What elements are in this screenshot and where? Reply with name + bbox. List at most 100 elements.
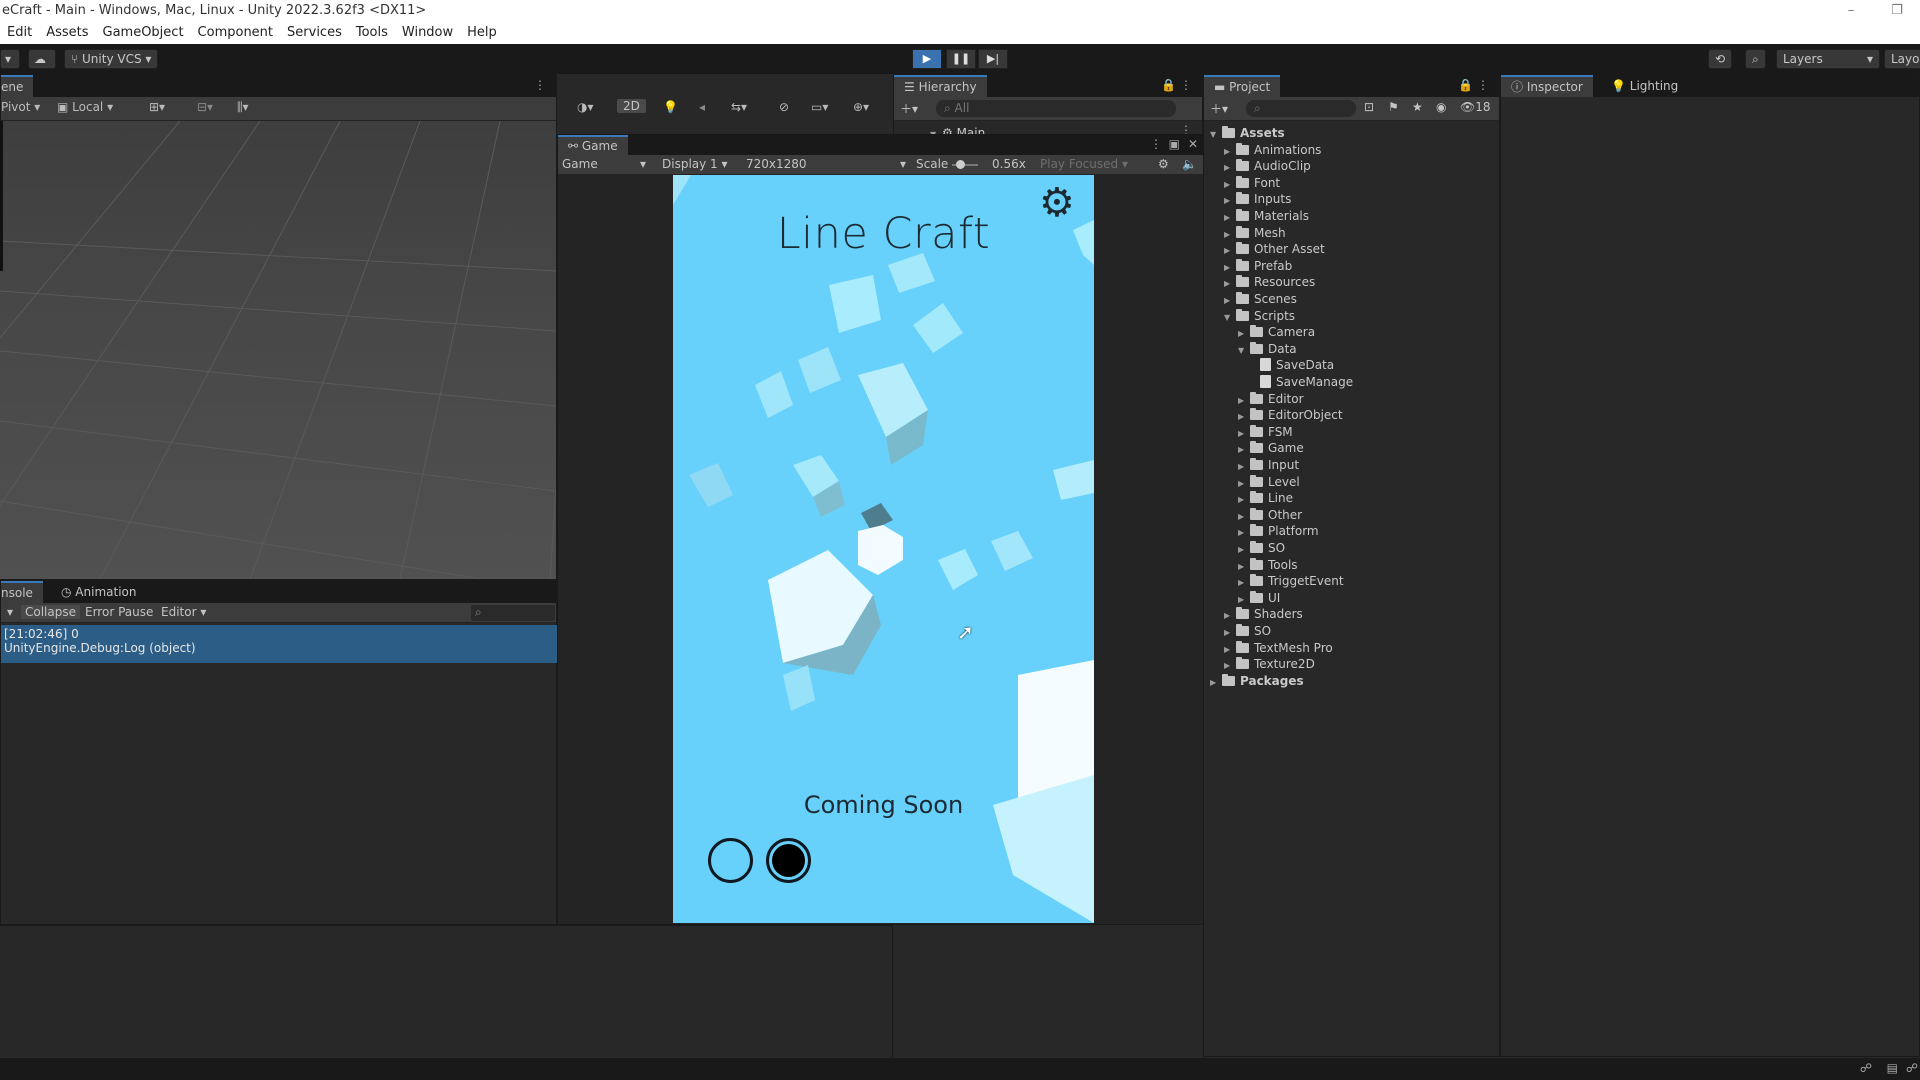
project-item-level[interactable]: ▶ Level [1238,474,1300,490]
project-item-other[interactable]: ▶ Other [1238,507,1302,523]
increment-snap-icon[interactable]: ⊟▾ [197,100,213,114]
tab-scene[interactable]: ene [1,75,34,97]
game-menu-icon[interactable]: ⋮ [1150,137,1162,151]
expand-arrow-icon[interactable]: ▶ [1238,326,1250,342]
align-icon[interactable]: ⫼▾ [237,100,249,115]
project-search-input[interactable]: ⌕ [1246,100,1356,117]
restore-icon[interactable]: ❐ [1874,0,1920,22]
lighting-toggle-icon[interactable]: 💡 [663,100,678,114]
project-item-textmesh-pro[interactable]: ▶ TextMesh Pro [1224,640,1333,656]
mode-circle-empty[interactable] [708,838,753,883]
layout-dropdown[interactable]: Layout [1884,49,1920,69]
menu-services[interactable]: Services [280,22,349,44]
close-icon[interactable]: ✕ [1188,137,1198,151]
project-item-camera[interactable]: ▶ Camera [1238,324,1315,340]
maximize-icon[interactable]: ▣ [1169,137,1180,151]
project-item-prefab[interactable]: ▶ Prefab [1224,258,1292,274]
project-item-shaders[interactable]: ▶ Shaders [1224,606,1303,622]
tab-animation[interactable]: ◷ Animation [51,581,146,603]
expand-arrow-icon[interactable]: ▶ [1224,293,1236,309]
stats-icon[interactable]: ⚙ [1158,157,1169,171]
project-item-animations[interactable]: ▶ Animations [1224,142,1321,158]
play-button[interactable]: ▶ [912,49,942,69]
2d-toggle[interactable]: 2D [617,99,646,113]
network-icon[interactable]: ▤ [1887,1061,1898,1075]
expand-arrow-icon[interactable]: ▶ [1224,608,1236,624]
project-item-fsm[interactable]: ▶ FSM [1238,424,1293,440]
menu-tools[interactable]: Tools [349,22,395,44]
project-item-scripts[interactable]: ▼ Scripts [1224,308,1295,324]
expand-arrow-icon[interactable]: ▶ [1224,276,1236,292]
resolution-dropdown[interactable]: 720x1280 ▾ [746,157,906,171]
expand-arrow-icon[interactable]: ▶ [1238,575,1250,591]
expand-arrow-icon[interactable]: ▶ [1238,426,1250,442]
expand-arrow-icon[interactable]: ▶ [1224,144,1236,160]
project-item-font[interactable]: ▶ Font [1224,175,1280,191]
hierarchy-search-input[interactable]: ⌕ All [936,100,1176,117]
project-item-game[interactable]: ▶ Game [1238,440,1304,456]
expand-arrow-icon[interactable]: ▶ [1224,658,1236,674]
pivot-dropdown[interactable]: Pivot ▾ [1,100,40,114]
project-item-platform[interactable]: ▶ Platform [1238,523,1319,539]
expand-arrow-icon[interactable]: ▶ [1238,492,1250,508]
hidden-packages-icon[interactable]: ◉ [1436,100,1446,114]
search-icon[interactable]: ⌕ [1745,49,1766,69]
expand-arrow-icon[interactable]: ▶ [1238,509,1250,525]
draw-mode-icon[interactable]: ◑▾ [577,100,594,114]
visibility-count[interactable]: 👁18 [1460,100,1491,114]
expand-arrow-icon[interactable]: ▶ [1238,409,1250,425]
expand-arrow-icon[interactable]: ▶ [1238,459,1250,475]
hierarchy-menu-icon[interactable]: ⋮ [1180,78,1192,92]
expand-arrow-icon[interactable]: ▶ [1224,193,1236,209]
project-item-triggetevent[interactable]: ▶ TriggetEvent [1238,573,1344,589]
menu-assets[interactable]: Assets [39,22,95,44]
expand-arrow-icon[interactable]: ▼ [1210,127,1222,143]
hidden-objects-icon[interactable]: ⊘ [779,100,789,114]
editor-dropdown[interactable]: Editor ▾ [161,605,206,619]
game-mode-dropdown[interactable]: Game ▾ [562,157,646,171]
add-icon[interactable]: ＋▾ [900,100,918,117]
tab-inspector[interactable]: ⓘ Inspector [1501,75,1593,97]
menu-gameobject[interactable]: GameObject [96,22,191,44]
tab-project[interactable]: ▬ Project [1204,75,1281,97]
settings-gear-icon[interactable]: ⚙ [1039,183,1075,223]
expand-arrow-icon[interactable]: ▶ [1238,542,1250,558]
project-item-audioclip[interactable]: ▶ AudioClip [1224,158,1311,174]
project-item-other-asset[interactable]: ▶ Other Asset [1224,241,1325,257]
collapse-toggle[interactable]: Collapse [21,605,80,619]
expand-arrow-icon[interactable]: ▶ [1210,675,1222,691]
project-item-data[interactable]: ▼ Data [1238,341,1297,357]
unity-vcs-dropdown[interactable]: ⑂ Unity VCS ▾ [64,49,159,69]
expand-arrow-icon[interactable]: ▼ [1238,343,1250,359]
grid-snap-icon[interactable]: ⊞▾ [149,100,165,114]
console-search-input[interactable]: ⌕ [471,605,555,621]
error-pause-toggle[interactable]: Error Pause [85,605,153,619]
menu-window[interactable]: Window [395,22,460,44]
expand-arrow-icon[interactable]: ▶ [1238,525,1250,541]
expand-arrow-icon[interactable]: ▶ [1224,642,1236,658]
expand-arrow-icon[interactable]: ▶ [1224,260,1236,276]
project-item-input[interactable]: ▶ Input [1238,457,1299,473]
project-item-line[interactable]: ▶ Line [1238,490,1293,506]
project-item-resources[interactable]: ▶ Resources [1224,274,1315,290]
step-button[interactable]: ▶| [978,49,1008,69]
expand-arrow-icon[interactable]: ▶ [1238,559,1250,575]
project-item-savemanage[interactable]: SaveManage [1248,374,1353,390]
favorite-icon[interactable]: ★ [1412,100,1423,114]
project-item-so[interactable]: ▶ SO [1224,623,1271,639]
project-lock-icon[interactable]: 🔒 [1458,78,1473,92]
scene-viewport[interactable] [0,121,556,579]
mode-circle-filled[interactable] [766,838,811,883]
tab-hierarchy[interactable]: ☰ Hierarchy [894,75,987,97]
expand-arrow-icon[interactable]: ▶ [1224,177,1236,193]
project-item-editorobject[interactable]: ▶ EditorObject [1238,407,1343,423]
minimize-icon[interactable]: – [1828,0,1874,22]
project-item-packages[interactable]: ▶ Packages [1210,673,1304,689]
project-item-ui[interactable]: ▶ UI [1238,590,1280,606]
gizmos-icon[interactable]: ⊕▾ [853,100,869,114]
menu-component[interactable]: Component [191,22,280,44]
expand-arrow-icon[interactable]: ▶ [1224,210,1236,226]
project-item-editor[interactable]: ▶ Editor [1238,391,1304,407]
search-by-label-icon[interactable]: ⚑ [1388,100,1399,114]
project-item-texture2d[interactable]: ▶ Texture2D [1224,656,1315,672]
